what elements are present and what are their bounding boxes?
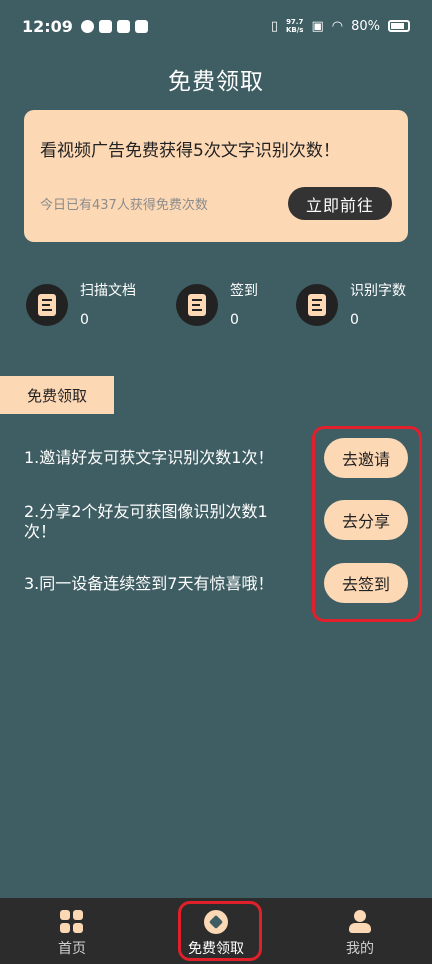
status-right-group: ▯ 97.7 KB/s ▣ ◠ 80% xyxy=(271,18,410,34)
stats-row: 扫描文档 0 签到 0 识别字数 0 xyxy=(0,278,432,338)
go-now-button[interactable]: 立即前往 xyxy=(288,187,392,220)
grid-icon xyxy=(60,910,84,934)
tab-label: 我的 xyxy=(346,941,374,957)
task-invite-text: 1.邀请好友可获文字识别次数1次！ xyxy=(24,448,274,467)
ad-card-row: 今日已有437人获得免费次数 立即前往 xyxy=(40,187,392,220)
battery-icon xyxy=(388,20,410,32)
mail-notification-icon xyxy=(134,19,148,33)
buttons-highlight-box xyxy=(312,426,422,622)
page-title: 免费领取 xyxy=(168,69,264,95)
ad-participant-count: 今日已有437人获得免费次数 xyxy=(40,198,208,213)
stat-value: 0 xyxy=(350,312,359,328)
tab-mine[interactable]: 我的 xyxy=(288,898,432,964)
status-time: 12:09 xyxy=(22,16,73,36)
task-checkin-text: 3.同一设备连续签到7天有惊喜哦！ xyxy=(24,574,274,593)
tab-home[interactable]: 首页 xyxy=(0,898,144,964)
document-icon xyxy=(26,284,68,326)
task-share-text: 2.分享2个好友可获图像识别次数1次！ xyxy=(24,502,268,541)
network-speed-unit: KB/s xyxy=(285,26,304,34)
network-speed-value: 97.7 xyxy=(286,18,304,26)
video-ad-card: 看视频广告免费获得5次文字识别次数！ 今日已有437人获得免费次数 立即前往 xyxy=(24,110,408,242)
vibrate-icon: ▯ xyxy=(270,18,278,34)
tab-label: 首页 xyxy=(58,941,86,957)
check-notification-icon xyxy=(80,19,94,33)
stat-value: 0 xyxy=(80,312,89,328)
stat-label: 识别字数 xyxy=(350,283,406,299)
stat-label: 扫描文档 xyxy=(80,283,136,299)
no-sim-icon: ▣ xyxy=(311,18,324,34)
video-app-notification-icon xyxy=(98,19,112,33)
document-icon xyxy=(296,284,338,326)
free-claim-section-title: 免费领取 xyxy=(0,376,114,414)
tab-highlight-box xyxy=(178,901,262,961)
stat-value: 0 xyxy=(230,312,239,328)
document-icon xyxy=(176,284,218,326)
stat-label: 签到 xyxy=(230,283,258,299)
wifi-icon: ◠ xyxy=(331,18,344,34)
network-speed: 97.7 KB/s xyxy=(286,18,303,34)
status-bar: 12:09 ▯ 97.7 KB/s ▣ ◠ 80% xyxy=(0,0,432,52)
person-icon xyxy=(348,910,372,934)
message-notification-icon xyxy=(116,19,130,33)
ad-headline: 看视频广告免费获得5次文字识别次数！ xyxy=(40,141,340,161)
battery-percent: 80% xyxy=(351,18,380,34)
